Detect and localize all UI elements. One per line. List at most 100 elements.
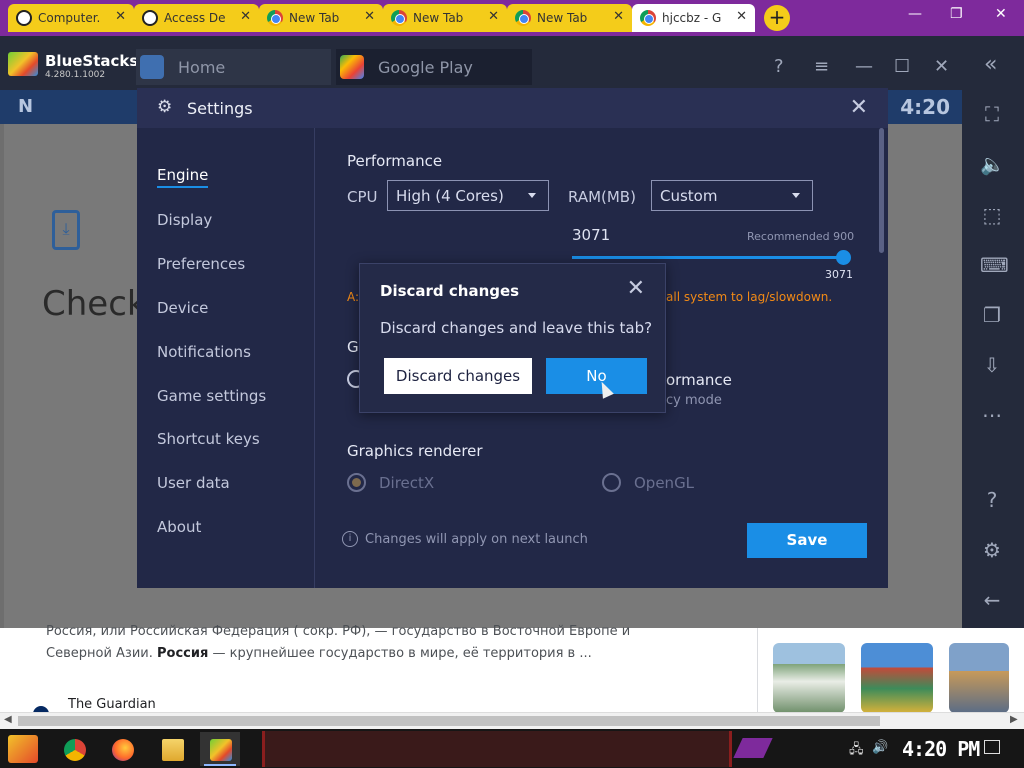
vpn-icon <box>142 10 158 26</box>
browser-tab[interactable]: New Tab ✕ <box>507 4 632 32</box>
menu-icon[interactable]: ≡ <box>814 56 829 77</box>
close-icon[interactable]: ✕ <box>240 9 251 24</box>
tab-title: Computer... <box>38 11 100 25</box>
close-window-icon[interactable]: ✕ <box>995 6 1007 22</box>
nav-item-display[interactable]: Display <box>157 211 212 229</box>
new-tab-button[interactable]: + <box>764 5 790 31</box>
ram-slider-track[interactable] <box>572 256 843 259</box>
ram-slider-thumb[interactable] <box>836 250 851 265</box>
close-icon[interactable]: ✕ <box>613 9 624 24</box>
search-snippet-line: Россия, или Российская Федерация ( сокр.… <box>46 624 631 639</box>
browser-tab[interactable]: Computer... ✕ <box>8 4 134 32</box>
close-icon[interactable]: ✕ <box>736 9 747 24</box>
settings-scrollbar[interactable] <box>879 128 884 253</box>
guardian-link[interactable]: The Guardian <box>68 697 156 712</box>
taskbar-decoration <box>733 738 773 758</box>
help-icon[interactable]: ? <box>774 56 784 77</box>
ram-select[interactable]: Custom <box>651 180 813 211</box>
graphics-mode-title: G <box>347 338 359 356</box>
renderer-opengl-radio[interactable] <box>602 473 621 492</box>
scroll-left-icon[interactable]: ◀ <box>4 714 12 725</box>
image-thumbnail[interactable] <box>773 643 845 713</box>
settings-gear-icon[interactable]: ⚙ <box>980 538 1004 562</box>
renderer-directx-label: DirectX <box>379 474 435 492</box>
close-icon[interactable]: ✕ <box>364 9 375 24</box>
taskbar-firefox[interactable] <box>102 732 142 766</box>
graphics-mode-sub: cy mode <box>666 393 722 408</box>
nav-item-game-settings[interactable]: Game settings <box>157 387 266 405</box>
nav-item-notifications[interactable]: Notifications <box>157 343 251 361</box>
volume-icon[interactable]: 🔈 <box>980 152 1005 176</box>
back-arrow-icon[interactable]: ← <box>980 588 1004 612</box>
snippet-text: Северной Азии. <box>46 646 157 661</box>
bluestacks-sidebar: ⛶ 🔈 ⬚ ⌨ ❐ ⇩ ⋯ ? ⚙ ← <box>962 90 1024 628</box>
windows-taskbar: 🖧 🔊 4:20 PM <box>0 729 1024 768</box>
download-doc-icon: ⤓ <box>52 210 80 250</box>
bluestacks-topbar: BlueStacks 4.280.1.1002 Home Google Play… <box>0 36 1024 90</box>
graphics-mode-option: ormance <box>666 371 732 389</box>
no-button[interactable]: No <box>546 358 647 394</box>
maximize-icon[interactable]: ☐ <box>894 56 910 77</box>
renderer-directx-radio[interactable] <box>347 473 366 492</box>
apk-install-icon[interactable]: ⇩ <box>980 353 1004 377</box>
bluestacks-version: 4.280.1.1002 <box>45 70 106 80</box>
firefox-icon <box>112 739 134 761</box>
bluestacks-icon <box>210 739 232 761</box>
nav-item-shortcut-keys[interactable]: Shortcut keys <box>157 430 260 448</box>
chevron-down-icon <box>792 193 800 198</box>
tab-google-play[interactable]: Google Play <box>336 49 532 85</box>
close-icon[interactable]: ✕ <box>115 9 126 24</box>
tab-home-label: Home <box>178 58 226 77</box>
discard-changes-button[interactable]: Discard changes <box>384 358 532 394</box>
nav-item-user-data[interactable]: User data <box>157 474 230 492</box>
background-webpage: Россия, или Российская Федерация ( сокр.… <box>0 624 1024 729</box>
help-icon[interactable]: ? <box>980 488 1004 512</box>
close-icon[interactable]: ✕ <box>850 95 868 120</box>
minimize-icon[interactable]: — <box>908 6 922 22</box>
horizontal-scrollbar[interactable]: ◀ ▶ <box>0 712 1024 729</box>
nav-item-preferences[interactable]: Preferences <box>157 255 245 273</box>
chrome-icon <box>391 10 407 26</box>
close-icon[interactable]: ✕ <box>934 56 949 77</box>
taskbar-chrome[interactable] <box>54 732 94 766</box>
chrome-icon <box>515 10 531 26</box>
volume-icon[interactable]: 🔊 <box>872 740 888 755</box>
launcher-logo: N <box>18 96 34 117</box>
keyboard-icon[interactable]: ⌨ <box>980 253 1009 277</box>
nav-item-about[interactable]: About <box>157 518 201 536</box>
save-button[interactable]: Save <box>747 523 867 558</box>
nav-item-engine[interactable]: Engine <box>157 166 209 188</box>
cpu-label: CPU <box>347 188 378 206</box>
discard-dialog-message: Discard changes and leave this tab? <box>380 319 653 337</box>
renderer-opengl-label: OpenGL <box>634 474 695 492</box>
browser-tab-active[interactable]: hjccbz - G ✕ <box>632 4 755 32</box>
taskbar-bluestacks[interactable] <box>200 732 240 766</box>
scrollbar-thumb[interactable] <box>18 716 880 726</box>
image-thumbnail[interactable] <box>949 643 1009 713</box>
multi-instance-icon[interactable]: ❐ <box>980 303 1004 327</box>
close-icon[interactable]: ✕ <box>627 276 645 301</box>
collapse-sidebar-icon[interactable]: « <box>984 52 997 77</box>
tab-home[interactable]: Home <box>136 49 331 85</box>
info-icon: i <box>342 531 358 547</box>
fullscreen-icon[interactable]: ⛶ <box>980 102 1004 126</box>
restore-icon[interactable]: ❐ <box>950 6 963 22</box>
browser-tab[interactable]: New Tab ✕ <box>259 4 383 32</box>
taskbar-clock[interactable]: 4:20 PM <box>902 737 980 761</box>
network-icon[interactable]: 🖧 <box>849 740 864 762</box>
scroll-right-icon[interactable]: ▶ <box>1010 714 1018 725</box>
close-icon[interactable]: ✕ <box>488 9 499 24</box>
ram-current-value: 3071 <box>572 226 611 244</box>
browser-tab[interactable]: Access De ✕ <box>134 4 259 32</box>
notification-icon[interactable] <box>984 740 1000 754</box>
tab-title: New Tab <box>537 11 588 25</box>
start-button[interactable] <box>8 735 38 763</box>
taskbar-file-explorer[interactable] <box>152 732 192 766</box>
pointer-icon[interactable]: ⬚ <box>980 203 1004 227</box>
more-icon[interactable]: ⋯ <box>980 403 1004 427</box>
image-thumbnail[interactable] <box>861 643 933 713</box>
browser-tab[interactable]: New Tab ✕ <box>383 4 507 32</box>
minimize-icon[interactable]: — <box>855 56 873 77</box>
nav-item-device[interactable]: Device <box>157 299 208 317</box>
cpu-select[interactable]: High (4 Cores) <box>387 180 549 211</box>
